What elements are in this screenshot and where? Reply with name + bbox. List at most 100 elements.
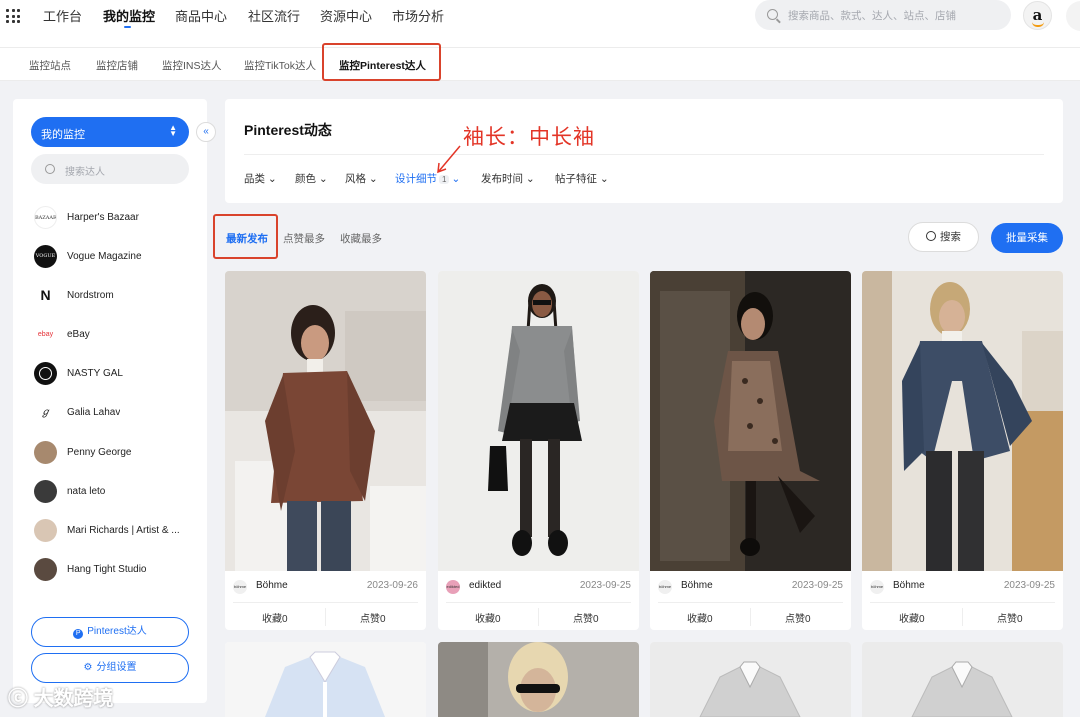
divider xyxy=(233,602,418,603)
fav-count[interactable]: 收藏0 xyxy=(262,610,288,625)
post-image xyxy=(225,271,426,571)
like-count[interactable]: 点赞0 xyxy=(997,610,1023,625)
account-name: Hang Tight Studio xyxy=(67,564,147,575)
post-card[interactable] xyxy=(862,642,1063,717)
account-item[interactable]: N Nordstrom xyxy=(34,284,204,310)
post-image xyxy=(225,642,426,717)
fav-count[interactable]: 收藏0 xyxy=(899,610,925,625)
app-grid-icon[interactable] xyxy=(6,9,20,23)
account-item[interactable]: ℊ Galia Lahav xyxy=(34,401,204,427)
account-item[interactable]: Penny George xyxy=(34,441,204,467)
account-item[interactable]: nata leto xyxy=(34,480,204,506)
gear-icon: ⚙ xyxy=(83,662,93,673)
collapse-sidebar-icon[interactable]: « xyxy=(196,122,216,142)
post-card[interactable]: böhme Böhme 2023-09-26 收藏0 点赞0 xyxy=(225,271,426,630)
post-image xyxy=(862,642,1063,717)
filter-category[interactable]: 品类 ⌄ xyxy=(244,171,277,186)
account-name: Galia Lahav xyxy=(67,407,121,418)
brand-name[interactable]: Böhme xyxy=(256,580,288,591)
watermark-logo-icon: ⓒ xyxy=(8,688,28,710)
account-item[interactable]: VOGUE Vogue Magazine xyxy=(34,245,204,271)
account-name: Nordstrom xyxy=(67,290,114,301)
more-button[interactable] xyxy=(1066,1,1080,31)
nav-product-center[interactable]: 商品中心 xyxy=(175,6,227,25)
like-count[interactable]: 点赞0 xyxy=(573,610,599,625)
like-count[interactable]: 点赞0 xyxy=(785,610,811,625)
post-date: 2023-09-25 xyxy=(791,580,843,591)
nav-my-monitor[interactable]: 我的监控 xyxy=(103,6,155,25)
filter-style[interactable]: 风格 ⌄ xyxy=(345,171,378,186)
tab-monitor-stores[interactable]: 监控店铺 xyxy=(96,58,138,73)
group-settings-button[interactable]: ⚙ 分组设置 xyxy=(31,653,189,683)
account-name: Mari Richards | Artist & ... xyxy=(67,525,180,536)
nav-market-analysis[interactable]: 市场分析 xyxy=(392,6,444,25)
post-image xyxy=(650,642,851,717)
filter-publish-time[interactable]: 发布时间 ⌄ xyxy=(481,171,535,186)
account-avatar xyxy=(34,519,57,542)
post-card[interactable]: böhme Böhme 2023-09-25 收藏0 点赞0 xyxy=(650,271,851,630)
account-item[interactable]: Mari Richards | Artist & ... xyxy=(34,519,204,545)
account-avatar: BAZAAR xyxy=(34,206,57,229)
tab-monitor-tiktok[interactable]: 监控TikTok达人 xyxy=(244,58,316,73)
filter-panel: Pinterest动态 品类 ⌄ 颜色 ⌄ 风格 ⌄ 设计细节 1 ⌄ 发布时间 ⌄… xyxy=(225,99,1063,203)
filter-post-feature[interactable]: 帖子特征 ⌄ xyxy=(555,171,609,186)
nav-community-trends[interactable]: 社区流行 xyxy=(248,6,300,25)
account-name: NASTY GAL xyxy=(67,368,123,379)
monitor-dropdown[interactable]: 我的监控 ▲ ▼ xyxy=(31,117,189,147)
global-search-placeholder: 搜索商品、款式、达人、站点、店铺 xyxy=(788,10,956,22)
sidebar-search-input[interactable]: 搜索达人 xyxy=(31,154,189,184)
filter-style-label: 风格 xyxy=(345,173,366,185)
brand-name[interactable]: Böhme xyxy=(681,580,713,591)
fav-count[interactable]: 收藏0 xyxy=(687,610,713,625)
nav-active-indicator xyxy=(124,26,131,28)
nav-workbench[interactable]: 工作台 xyxy=(43,6,82,25)
account-avatar: ebay xyxy=(34,323,57,346)
account-item[interactable]: NASTY GAL xyxy=(34,362,204,388)
account-item[interactable]: BAZAAR Harper's Bazaar xyxy=(34,206,204,232)
divider xyxy=(446,602,631,603)
post-card[interactable] xyxy=(438,642,639,717)
amazon-avatar[interactable]: a xyxy=(1023,1,1052,30)
post-image xyxy=(862,271,1063,571)
sort-most-liked[interactable]: 点赞最多 xyxy=(283,231,325,246)
post-card[interactable] xyxy=(225,642,426,717)
post-card[interactable] xyxy=(650,642,851,717)
account-name: Harper's Bazaar xyxy=(67,212,139,223)
chevron-down-icon: ⌄ xyxy=(318,173,328,185)
divider xyxy=(658,602,843,603)
page-title: Pinterest动态 xyxy=(244,122,332,138)
account-name: eBay xyxy=(67,329,90,340)
top-navbar: 工作台 我的监控 商品中心 社区流行 资源中心 市场分析 搜索商品、款式、达人、… xyxy=(0,0,1080,48)
brand-logo: böhme xyxy=(233,580,247,594)
search-icon xyxy=(926,231,936,241)
nav-resource-center[interactable]: 资源中心 xyxy=(320,6,372,25)
filter-category-label: 品类 xyxy=(244,173,265,185)
chevron-down-icon: ⌄ xyxy=(267,173,277,185)
post-card[interactable]: edikted edikted 2023-09-25 收藏0 点赞0 xyxy=(438,271,639,630)
tab-monitor-sites[interactable]: 监控站点 xyxy=(29,58,71,73)
account-avatar: N xyxy=(34,284,57,307)
tab-monitor-ins[interactable]: 监控INS达人 xyxy=(162,58,222,73)
filter-color[interactable]: 颜色 ⌄ xyxy=(295,171,328,186)
highlight-box-latest xyxy=(213,214,278,259)
batch-collect-button[interactable]: 批量采集 xyxy=(991,223,1063,253)
like-count[interactable]: 点赞0 xyxy=(360,610,386,625)
divider xyxy=(870,602,1055,603)
brand-logo: böhme xyxy=(658,580,672,594)
account-avatar: ℊ xyxy=(34,401,57,424)
account-item[interactable]: ebay eBay xyxy=(34,323,204,349)
fav-count[interactable]: 收藏0 xyxy=(475,610,501,625)
account-avatar xyxy=(34,480,57,503)
brand-name[interactable]: edikted xyxy=(469,580,501,591)
sub-navbar: 监控站点 监控店铺 监控INS达人 监控TikTok达人 监控Pinterest… xyxy=(0,48,1080,81)
pinterest-influencer-button[interactable]: P Pinterest达人 xyxy=(31,617,189,647)
post-date: 2023-09-26 xyxy=(366,580,418,591)
sort-most-saved[interactable]: 收藏最多 xyxy=(340,231,382,246)
post-image xyxy=(438,271,639,571)
search-button[interactable]: 搜索 xyxy=(908,222,979,252)
account-item[interactable]: Hang Tight Studio xyxy=(34,558,204,584)
global-search-input[interactable]: 搜索商品、款式、达人、站点、店铺 xyxy=(755,0,1011,30)
post-card[interactable]: böhme Böhme 2023-09-25 收藏0 点赞0 xyxy=(862,271,1063,630)
brand-logo: böhme xyxy=(870,580,884,594)
brand-name[interactable]: Böhme xyxy=(893,580,925,591)
